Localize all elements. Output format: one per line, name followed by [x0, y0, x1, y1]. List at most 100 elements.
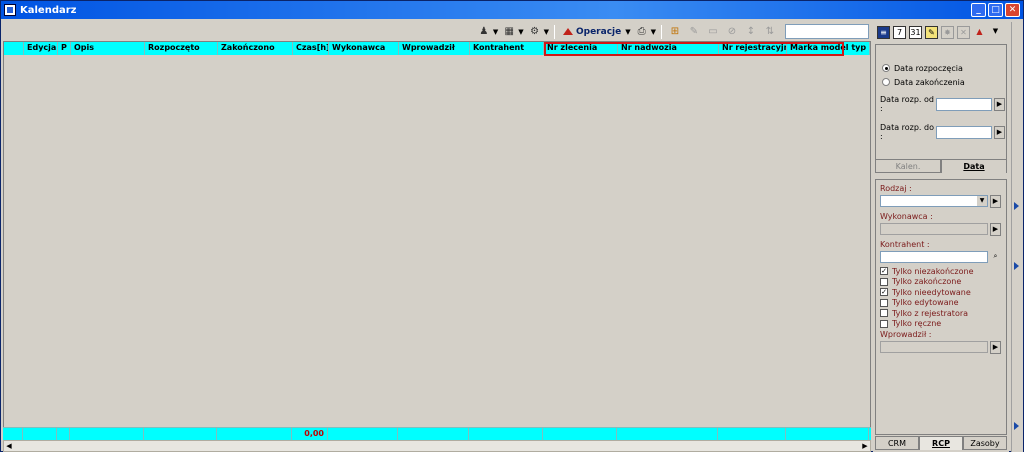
operations-button[interactable]: Operacje [560, 27, 624, 37]
wprowadzil-go-icon[interactable]: ▶ [990, 340, 1001, 354]
kontrahent-field[interactable] [880, 251, 988, 263]
delete-icon[interactable]: ✕ [957, 25, 970, 39]
checkbox-tylko-reczne[interactable] [880, 319, 888, 328]
operations-dropdown-icon[interactable]: ▼ [625, 28, 630, 36]
date-to-row: Data rozp. do : ▶ [880, 123, 1006, 141]
wykonawca-label: Wykonawca : [880, 212, 933, 221]
column-header-nr-zlecenia[interactable]: Nr zlecenia [544, 42, 618, 55]
expand-right-icon[interactable] [1014, 262, 1019, 270]
checkbox-row[interactable]: ✓ Tylko nieedytowane [880, 287, 1006, 298]
view-layout-icon[interactable]: ▦ [501, 24, 517, 40]
sort-descending-icon[interactable]: ⇅ [762, 24, 778, 40]
kontrahent-search-icon[interactable]: ⌕ [990, 250, 1001, 264]
checkbox-row[interactable]: Tylko z rejestratora [880, 308, 1006, 319]
up-triangle-icon[interactable]: ▲ [973, 26, 986, 39]
radio-date-start-button[interactable] [882, 64, 890, 72]
title-bar[interactable]: Kalendarz _ □ ✕ [1, 1, 1023, 19]
radio-date-end[interactable]: Data zakończenia [882, 75, 1006, 89]
settings-gear-icon[interactable]: ⚙ [527, 24, 543, 40]
tab-crm[interactable]: CRM [875, 436, 919, 450]
radio-date-start-label: Data rozpoczęcia [894, 63, 963, 73]
rodzaj-go-icon[interactable]: ▶ [990, 194, 1001, 208]
radio-date-end-button[interactable] [882, 78, 890, 86]
column-header-kontrahent[interactable]: Kontrahent [470, 42, 544, 55]
calendar-week-icon[interactable]: ≡ [877, 25, 890, 39]
expand-right-icon[interactable] [1014, 202, 1019, 210]
wprowadzil-field[interactable] [880, 341, 988, 353]
checkbox-row[interactable]: ✓ Tylko niezakończone [880, 266, 1006, 277]
maximize-button[interactable]: □ [988, 3, 1003, 17]
column-header-wykonawca[interactable]: Wykonawca [329, 42, 399, 55]
checkbox-row[interactable]: Tylko ręczne [880, 319, 1006, 330]
checkbox-row[interactable]: Tylko edytowane [880, 298, 1006, 309]
checkbox-tylko-niezakonczone[interactable]: ✓ [880, 267, 888, 276]
edit-record-icon[interactable]: ✎ [686, 24, 702, 40]
wprowadzil-row: ▶ [880, 340, 1006, 354]
wykonawca-go-icon[interactable]: ▶ [990, 222, 1001, 236]
column-header-indicator[interactable] [4, 42, 24, 55]
search-input[interactable]: ⌕ [785, 24, 882, 39]
pencil-icon[interactable]: ✎ [925, 25, 938, 39]
column-header-nr-rejestracyjny[interactable]: Nr rejestracyjny [719, 42, 787, 55]
minimize-button[interactable]: _ [971, 3, 986, 17]
tab-kalen[interactable]: Kalen. [875, 159, 941, 173]
kalendarz-window: Kalendarz _ □ ✕ ♟ ▼ ▦ ▼ ⚙ ▼ Operacje ▼ ⎙… [0, 0, 1024, 452]
print-icon[interactable]: ⎙ [634, 24, 650, 40]
badge-icon[interactable]: ✸ [941, 25, 954, 39]
checkbox-label: Tylko zakończone [892, 277, 962, 287]
date-from-picker-icon[interactable]: ▶ [994, 97, 1005, 111]
column-header-opis[interactable]: Opis [71, 42, 145, 55]
user-filter-dropdown-icon[interactable]: ▼ [493, 28, 498, 36]
wykonawca-field[interactable] [880, 223, 988, 235]
add-record-icon[interactable]: ⊞ [667, 24, 683, 40]
date-to-picker-icon[interactable]: ▶ [994, 125, 1005, 139]
operations-triangle-icon [562, 28, 573, 35]
rodzaj-row: ▼ ▶ [880, 194, 1006, 208]
rodzaj-select[interactable]: ▼ [880, 195, 988, 207]
column-header-marka-model-typ[interactable]: Marka model typ [787, 42, 870, 55]
close-button[interactable]: ✕ [1005, 3, 1020, 17]
folder-icon[interactable]: ▭ [705, 24, 721, 40]
settings-dropdown-icon[interactable]: ▼ [544, 28, 549, 36]
column-header-czas[interactable]: Czas[h] [293, 42, 329, 55]
tab-data[interactable]: Data [941, 159, 1007, 173]
radio-date-start[interactable]: Data rozpoczęcia [882, 61, 1006, 75]
tab-rcp[interactable]: RCP [919, 436, 963, 450]
tab-zasoby[interactable]: Zasoby [963, 436, 1007, 450]
expand-right-icon[interactable] [1014, 422, 1019, 430]
toolbar-separator [661, 24, 662, 39]
view-layout-dropdown-icon[interactable]: ▼ [518, 28, 523, 36]
checkbox-label: Tylko niezakończone [892, 266, 974, 276]
scroll-left-icon[interactable]: ◀ [4, 441, 14, 451]
collapse-strip[interactable] [1011, 22, 1023, 452]
wykonawca-row: ▶ [880, 222, 1006, 236]
column-header-edycja[interactable]: Edycja [24, 42, 58, 55]
horizontal-scrollbar[interactable]: ◀ ▶ [3, 440, 871, 452]
kontrahent-label: Kontrahent : [880, 240, 930, 249]
delete-record-icon[interactable]: ⊘ [724, 24, 740, 40]
print-dropdown-icon[interactable]: ▼ [651, 28, 656, 36]
column-header-rozpoczeto[interactable]: Rozpoczęto [145, 42, 218, 55]
date-from-row: Data rozp. od : ▶ [880, 95, 1006, 113]
column-header-p[interactable]: P [58, 42, 71, 55]
user-filter-icon[interactable]: ♟ [476, 24, 492, 40]
calendar-month-icon[interactable]: 31 [909, 25, 922, 39]
column-header-nr-nadwozia[interactable]: Nr nadwozia [618, 42, 719, 55]
date-from-input[interactable] [936, 97, 992, 111]
date-to-input[interactable] [936, 125, 992, 139]
checkbox-tylko-nieedytowane[interactable]: ✓ [880, 288, 888, 297]
scroll-right-icon[interactable]: ▶ [860, 441, 870, 451]
panel-menu-dropdown-icon[interactable]: ▼ [989, 26, 1002, 39]
checkbox-tylko-edytowane[interactable] [880, 298, 888, 307]
checkbox-tylko-z-rejestratora[interactable] [880, 309, 888, 318]
column-header-wprowadzil[interactable]: Wprowadził [399, 42, 470, 55]
checkbox-tylko-zakonczone[interactable] [880, 277, 888, 286]
checkbox-row[interactable]: Tylko zakończone [880, 277, 1006, 288]
calendar-day-icon[interactable]: 7 [893, 25, 906, 39]
calendar-grid[interactable]: Edycja P Opis Rozpoczęto Zakończono Czas… [3, 41, 871, 439]
column-header-zakonczono[interactable]: Zakończono [218, 42, 293, 55]
date-filter-box: Data rozpoczęcia Data zakończenia Data r… [875, 44, 1007, 172]
sort-ascending-icon[interactable]: ↕ [743, 24, 759, 40]
checkbox-label: Tylko edytowane [892, 298, 959, 308]
chevron-down-icon[interactable]: ▼ [977, 196, 987, 206]
